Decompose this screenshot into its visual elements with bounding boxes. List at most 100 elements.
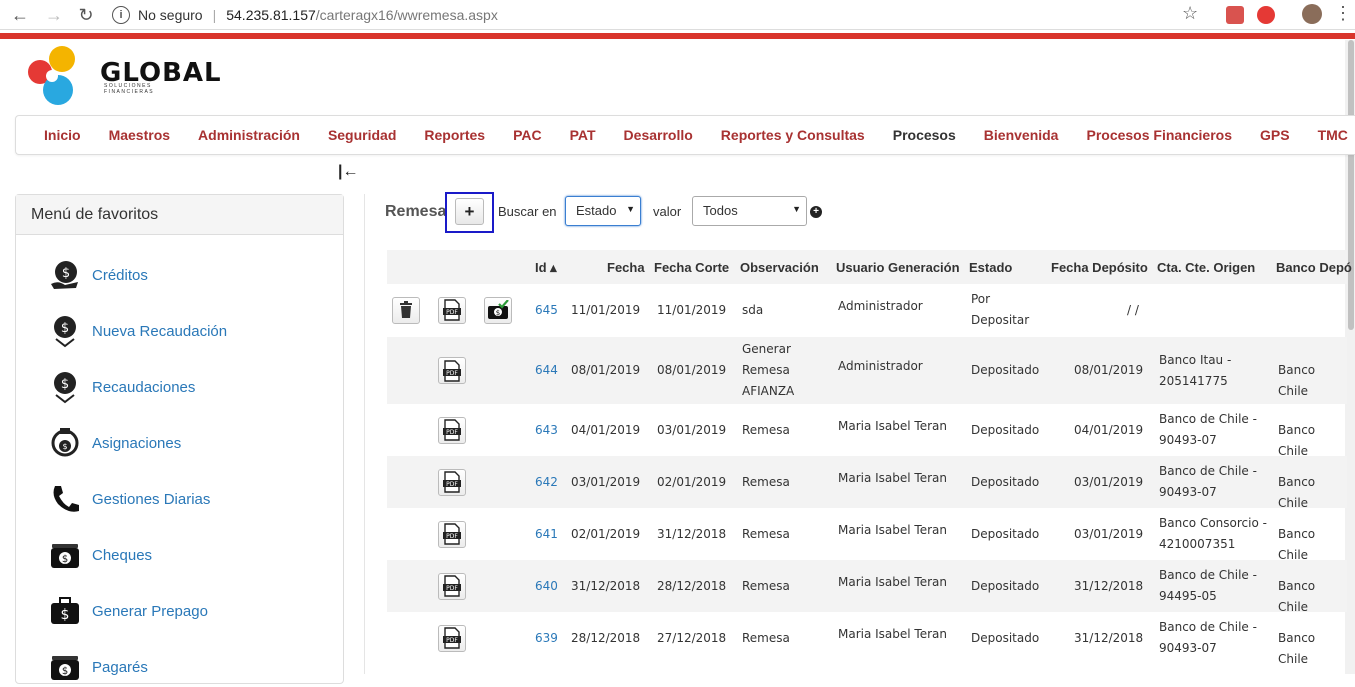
favorite-item-asignaciones[interactable]: $ Asignaciones [46, 423, 181, 463]
pdf-icon[interactable]: PDF [438, 416, 466, 444]
search-in-label: Buscar en [498, 204, 557, 219]
table-row: PDF $645 11/01/2019 11/01/2019 sda Administra… [387, 284, 1347, 336]
remesa-id-link[interactable]: 640 [535, 576, 558, 597]
favorite-item-nueva-recaudaci-n[interactable]: $ Nueva Recaudación [46, 311, 227, 351]
pdf-icon[interactable]: PDF [438, 572, 466, 600]
favorite-item-cr-ditos[interactable]: $ Créditos [46, 255, 148, 295]
fecha-deposito-cell: 04/01/2019 [1074, 422, 1144, 437]
address-bar[interactable]: i No seguro | 54.235.81.157 /carteragx16… [112, 3, 1212, 27]
pdf-icon[interactable]: PDF [438, 357, 466, 384]
favorite-item-cheques[interactable]: $ Cheques [46, 535, 152, 575]
remesa-id-link[interactable]: 642 [535, 472, 558, 493]
observacion-cell: AFIANZA [742, 384, 795, 398]
remesa-table: Id ▴ Fecha Fecha Corte Observación Usuario G… [387, 250, 1352, 666]
svg-text:$: $ [61, 377, 69, 392]
remesa-id-link[interactable]: 644 [535, 360, 558, 381]
remesa-id-link[interactable]: 639 [535, 628, 558, 649]
table-header: Id ▴ Fecha Fecha Corte Observación Usuario G… [387, 250, 1352, 284]
add-remesa-button[interactable]: + [455, 198, 484, 225]
estado-cell: Depositar [971, 313, 1030, 327]
menu-item-procesos[interactable]: Procesos [879, 127, 970, 143]
menu-item-seguridad[interactable]: Seguridad [314, 127, 410, 143]
estado-cell: Depositado [971, 474, 1040, 489]
favorite-item-generar-prepago[interactable]: $ Generar Prepago [46, 591, 208, 631]
usuario-cell: Administrador [838, 298, 923, 313]
fecha-deposito-cell: / / [1127, 302, 1139, 317]
menu-item-bienvenida[interactable]: Bienvenida [970, 127, 1073, 143]
menu-item-procesos-financieros[interactable]: Procesos Financieros [1072, 127, 1246, 143]
column-header: Fecha Depósito [1051, 260, 1148, 275]
pdf-icon[interactable]: PDF [438, 520, 466, 548]
favorite-item-gestiones-diarias[interactable]: Gestiones Diarias [46, 479, 210, 519]
collapse-sidebar-icon[interactable]: |← [338, 163, 358, 181]
global-logo[interactable]: GLOBAL SOLUCIONES FINANCIERAS [22, 44, 221, 106]
back-icon[interactable]: ← [6, 1, 34, 29]
svg-text:$: $ [62, 666, 68, 677]
menu-item-tmc[interactable]: TMC [1304, 127, 1355, 143]
pdf-icon[interactable]: PDF [438, 624, 466, 652]
chevron-down-icon: ▼ [626, 204, 635, 214]
bookmark-star-icon[interactable]: ☆ [1182, 3, 1198, 24]
search-field-select[interactable]: Estado ▼ [565, 196, 641, 226]
delete-icon[interactable] [392, 296, 420, 324]
menu-item-pat[interactable]: PAT [556, 127, 610, 143]
favorite-label[interactable]: Nueva Recaudación [92, 323, 227, 340]
security-label: No seguro [138, 7, 203, 23]
favorite-label[interactable]: Cheques [92, 547, 152, 564]
scrollbar-thumb[interactable] [1348, 40, 1354, 330]
menu-item-administraci-n[interactable]: Administración [184, 127, 314, 143]
cta-origen-cell: 90493-07 [1159, 485, 1217, 499]
fecha-cell: 03/01/2019 [571, 474, 641, 489]
favorite-label[interactable]: Generar Prepago [92, 603, 208, 620]
value-select[interactable]: Todos ▼ [692, 196, 807, 226]
fecha-corte-cell: 11/01/2019 [657, 302, 727, 317]
menu-item-desarrollo[interactable]: Desarrollo [610, 127, 707, 143]
favorite-item-pagar-s[interactable]: $ Pagarés [46, 647, 148, 687]
browser-menu-icon[interactable]: ⋮ [1334, 3, 1352, 24]
forward-icon[interactable]: → [40, 1, 68, 29]
menu-item-gps[interactable]: GPS [1246, 127, 1304, 143]
pdf-icon[interactable]: PDF [438, 468, 466, 496]
deposit-money-icon[interactable]: $ [484, 296, 512, 324]
observacion-cell: sda [742, 302, 764, 317]
menu-item-maestros[interactable]: Maestros [95, 127, 184, 143]
phone-icon [46, 480, 84, 518]
reload-icon[interactable]: ↻ [72, 1, 100, 29]
info-icon[interactable]: i [112, 6, 130, 24]
fecha-corte-cell: 02/01/2019 [657, 474, 727, 489]
favorite-label[interactable]: Gestiones Diarias [92, 491, 210, 508]
menu-item-reportes-y-consultas[interactable]: Reportes y Consultas [707, 127, 879, 143]
pdf-icon[interactable]: PDF [438, 296, 466, 324]
table-row: PDF 644 08/01/2019 08/01/2019 Generar Remesa A… [387, 337, 1347, 404]
favorite-label[interactable]: Recaudaciones [92, 379, 195, 396]
remesa-toolbar: Remesa [385, 196, 446, 228]
favorite-label[interactable]: Pagarés [92, 659, 148, 676]
svg-text:PDF: PDF [446, 370, 458, 377]
menu-item-inicio[interactable]: Inicio [30, 127, 95, 143]
favorite-item-recaudaciones[interactable]: $ Recaudaciones [46, 367, 195, 407]
remesa-id-link[interactable]: 643 [535, 420, 558, 441]
favorite-label[interactable]: Créditos [92, 267, 148, 284]
favorite-label[interactable]: Asignaciones [92, 435, 181, 452]
table-row: PDF 642 03/01/2019 02/01/2019 Remesa Maria Is… [387, 456, 1347, 510]
fecha-corte-cell: 28/12/2018 [657, 578, 727, 593]
pdf-extension-icon[interactable] [1226, 6, 1244, 24]
remesa-id-link[interactable]: 641 [535, 524, 558, 545]
money-cycle-icon: $ [46, 424, 84, 462]
money-hand-icon: $ [46, 256, 84, 294]
menu-item-reportes[interactable]: Reportes [410, 127, 499, 143]
cta-origen-cell: 4210007351 [1159, 537, 1236, 551]
svg-text:$: $ [62, 442, 67, 451]
fecha-corte-cell: 08/01/2019 [657, 363, 727, 377]
menu-item-pac[interactable]: PAC [499, 127, 556, 143]
profile-avatar[interactable] [1302, 4, 1322, 24]
observacion-cell: Remesa [742, 363, 790, 377]
extension-icon[interactable] [1257, 6, 1275, 24]
add-filter-icon[interactable]: + [810, 206, 822, 218]
usuario-cell: Maria Isabel Teran [838, 626, 948, 641]
svg-text:PDF: PDF [446, 585, 458, 592]
remesa-id-link[interactable]: 645 [535, 300, 558, 321]
column-header[interactable]: Id ▴ [535, 260, 557, 276]
cta-origen-cell: 94495-05 [1159, 589, 1217, 603]
fecha-corte-cell: 31/12/2018 [657, 526, 727, 541]
